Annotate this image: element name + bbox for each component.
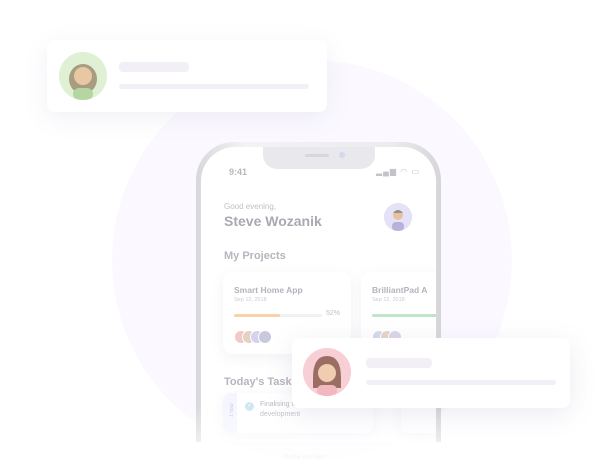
notification-card-bottom[interactable] bbox=[292, 338, 570, 408]
placeholder-title bbox=[119, 62, 189, 72]
project-date: Sep 12, 2018 bbox=[372, 297, 405, 303]
profile-avatar[interactable] bbox=[384, 203, 412, 231]
project-name: BrilliantPad A bbox=[372, 285, 428, 295]
status-icons: ▂▄▆ ◠ ▭ bbox=[376, 167, 420, 176]
greeting-text: Good evening, bbox=[224, 202, 277, 211]
placeholder-line bbox=[119, 84, 309, 89]
wifi-icon: ◠ bbox=[400, 167, 409, 176]
check-circle-icon[interactable]: ✓ bbox=[245, 402, 254, 411]
project-name: Smart Home App bbox=[234, 285, 303, 295]
signal-icon: ▂▄▆ bbox=[376, 167, 397, 176]
team-avatar bbox=[258, 330, 272, 344]
avatar bbox=[59, 52, 107, 100]
progress-fill bbox=[372, 314, 436, 317]
battery-icon: ▭ bbox=[411, 167, 420, 176]
avatar bbox=[303, 348, 351, 396]
placeholder-line bbox=[366, 380, 556, 385]
tasks-title: Today's Task bbox=[224, 376, 292, 388]
placeholder-title bbox=[366, 358, 432, 368]
notification-card-top[interactable] bbox=[47, 40, 327, 112]
progress-track bbox=[372, 314, 436, 317]
projects-title: My Projects bbox=[224, 250, 286, 262]
phone-notch bbox=[263, 147, 375, 169]
progress-fill bbox=[234, 314, 280, 317]
tab-profile-label[interactable]: Profile and Sett bbox=[284, 455, 325, 461]
user-name: Steve Wozanik bbox=[224, 213, 322, 229]
task-duration: 1 hour bbox=[223, 393, 237, 433]
progress-track bbox=[234, 314, 322, 317]
progress-percent: 52% bbox=[326, 310, 341, 317]
status-time: 9:41 bbox=[229, 167, 248, 177]
speaker bbox=[305, 154, 329, 157]
camera-icon bbox=[339, 152, 345, 158]
project-date: Sep 12, 2018 bbox=[234, 297, 267, 303]
